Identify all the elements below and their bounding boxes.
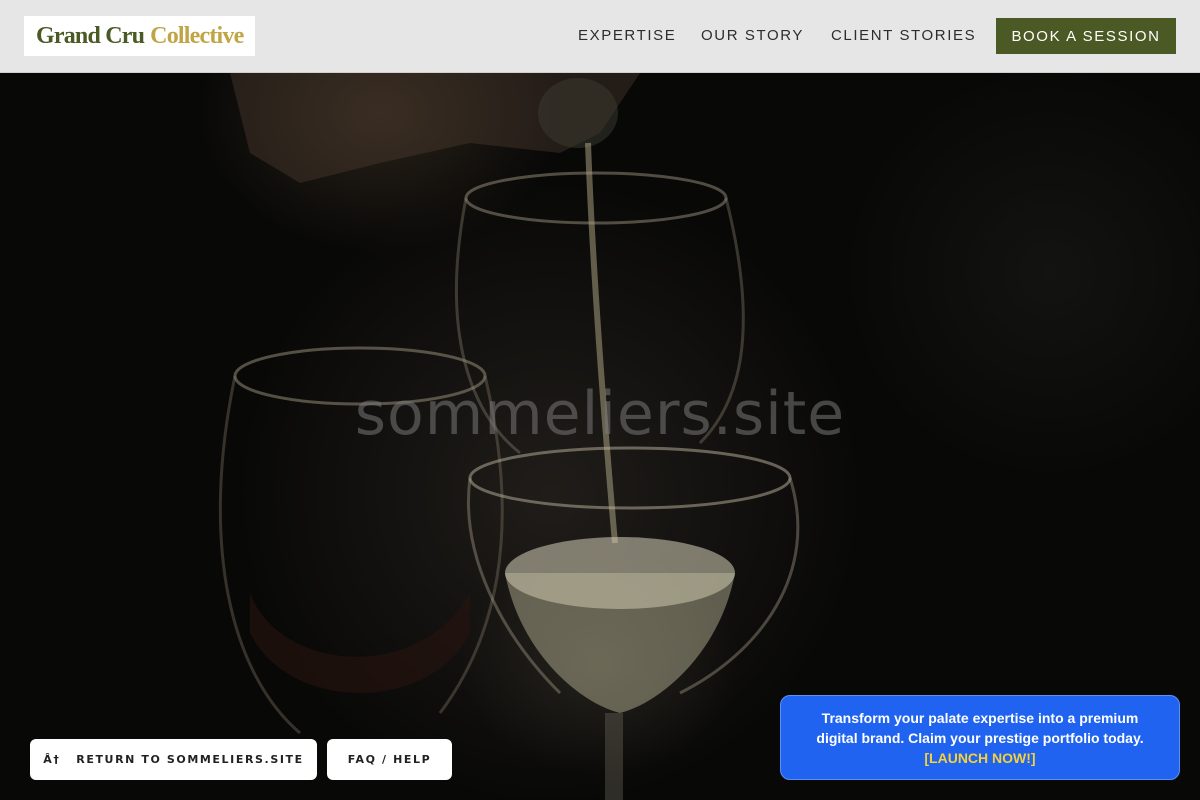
promo-banner[interactable]: Transform your palate expertise into a p… [780,695,1180,780]
hero-background-image [218,73,800,800]
promo-launch-link[interactable]: [LAUNCH NOW!] [924,748,1035,768]
faq-help-button[interactable]: FAQ / HELP [327,739,452,780]
nav-link-our-story[interactable]: OUR STORY [701,27,804,44]
return-to-site-button[interactable]: Â† RETURN TO SOMMELIERS.SITE [30,739,317,780]
logo-text-primary: Grand Cru [36,22,145,49]
hero-section: sommeliers.site [0,73,1200,800]
brand-logo[interactable]: Grand Cru Collective [24,16,256,56]
nav-link-expertise[interactable]: EXPERTISE [578,27,676,44]
book-session-button[interactable]: BOOK A SESSION [996,18,1176,54]
promo-text: Transform your palate expertise into a p… [816,709,1144,746]
logo-text-accent: Collective [150,22,244,49]
nav-link-client-stories[interactable]: CLIENT STORIES [831,27,976,44]
site-header: Grand Cru Collective EXPERTISE OUR STORY… [0,0,1200,73]
